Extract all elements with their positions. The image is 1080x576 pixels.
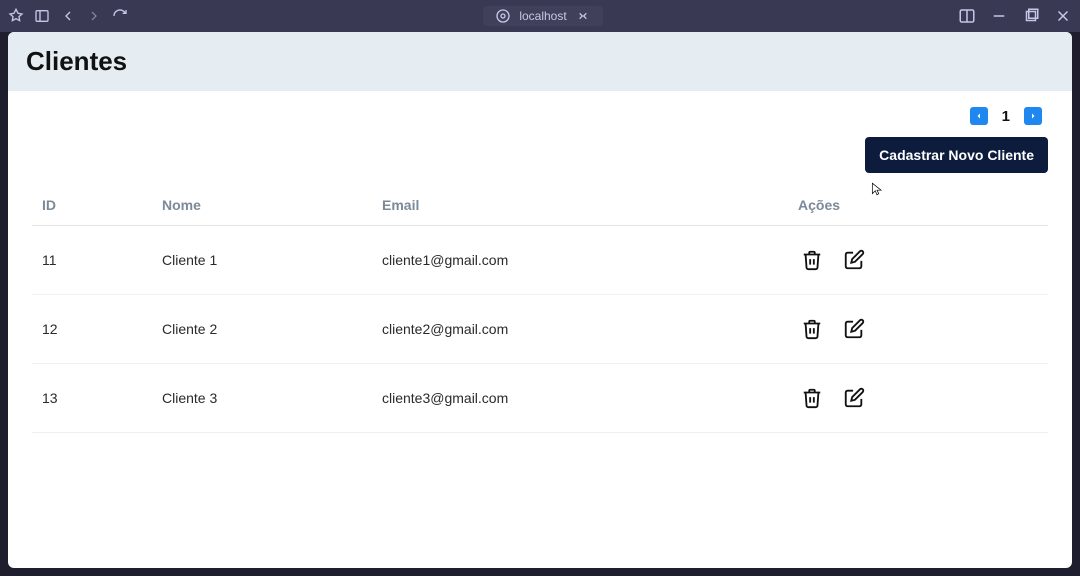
page-header: Clientes xyxy=(8,32,1072,91)
cell-acoes xyxy=(788,226,1048,295)
edit-button[interactable] xyxy=(840,246,868,274)
delete-button[interactable] xyxy=(798,315,826,343)
page-title: Clientes xyxy=(26,46,1054,77)
delete-button[interactable] xyxy=(798,384,826,412)
address-bar[interactable]: localhost xyxy=(483,6,602,26)
reload-icon[interactable] xyxy=(112,8,128,24)
table-row: 12Cliente 2cliente2@gmail.com xyxy=(32,295,1048,364)
cell-email: cliente3@gmail.com xyxy=(372,364,788,433)
site-settings-icon[interactable] xyxy=(575,8,591,24)
table-row: 11Cliente 1cliente1@gmail.com xyxy=(32,226,1048,295)
delete-button[interactable] xyxy=(798,246,826,274)
cell-nome: Cliente 1 xyxy=(152,226,372,295)
sidebar-toggle-icon[interactable] xyxy=(34,8,50,24)
table-row: 13Cliente 3cliente3@gmail.com xyxy=(32,364,1048,433)
close-icon[interactable] xyxy=(1054,7,1072,25)
cell-acoes xyxy=(788,295,1048,364)
cell-id: 11 xyxy=(32,226,152,295)
next-page-button[interactable] xyxy=(1024,107,1042,125)
site-info-icon[interactable] xyxy=(495,8,511,24)
page-content: Clientes 1 Cadastrar Novo Cliente ID Nom… xyxy=(8,32,1072,568)
col-header-acoes: Ações xyxy=(788,185,1048,226)
cell-nome: Cliente 3 xyxy=(152,364,372,433)
current-page-number: 1 xyxy=(1002,108,1010,125)
add-client-button[interactable]: Cadastrar Novo Cliente xyxy=(865,137,1048,173)
edit-button[interactable] xyxy=(840,384,868,412)
cell-email: cliente2@gmail.com xyxy=(372,295,788,364)
cell-nome: Cliente 2 xyxy=(152,295,372,364)
prev-page-button[interactable] xyxy=(970,107,988,125)
url-text: localhost xyxy=(519,9,566,23)
maximize-icon[interactable] xyxy=(1022,7,1040,25)
cell-email: cliente1@gmail.com xyxy=(372,226,788,295)
col-header-id: ID xyxy=(32,185,152,226)
nav-back-icon[interactable] xyxy=(60,8,76,24)
clients-table: ID Nome Email Ações 11Cliente 1cliente1@… xyxy=(32,185,1048,433)
workspace-icon[interactable] xyxy=(8,8,24,24)
col-header-nome: Nome xyxy=(152,185,372,226)
minimize-icon[interactable] xyxy=(990,7,1008,25)
nav-forward-icon[interactable] xyxy=(86,8,102,24)
pager: 1 xyxy=(970,107,1042,125)
cell-id: 12 xyxy=(32,295,152,364)
browser-titlebar: localhost xyxy=(0,0,1080,32)
col-header-email: Email xyxy=(372,185,788,226)
cell-id: 13 xyxy=(32,364,152,433)
edit-button[interactable] xyxy=(840,315,868,343)
cell-acoes xyxy=(788,364,1048,433)
split-view-icon[interactable] xyxy=(958,7,976,25)
